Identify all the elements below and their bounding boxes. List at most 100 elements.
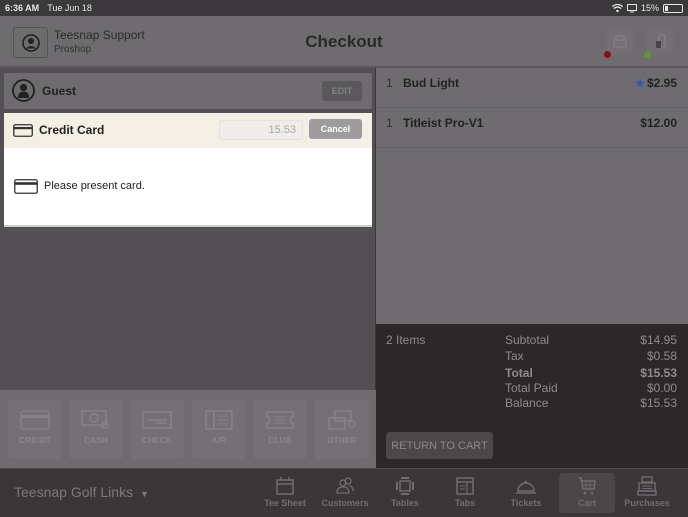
summary-row-total-paid: Total Paid $0.00 (505, 381, 677, 395)
venue-selector[interactable]: Teesnap Golf Links ▼ (14, 484, 149, 500)
tab-label: Tee Sheet (264, 498, 306, 508)
payment-method-credit[interactable]: CREDIT (8, 400, 62, 459)
card-prompt-icon (14, 179, 38, 194)
customers-icon (336, 477, 354, 494)
tab-label: Purchases (624, 498, 670, 508)
tab-label: Tables (391, 498, 419, 508)
battery-icon (663, 3, 683, 13)
card-reader-button[interactable] (647, 29, 673, 55)
payment-method-other[interactable]: OTHER (315, 400, 369, 459)
tabs-icon (456, 477, 474, 495)
tab-label: Tickets (510, 498, 542, 508)
credit-card-icon (20, 410, 50, 430)
order-summary: 2 Items Subtotal $14.95 Tax $0.58 Total … (376, 324, 688, 468)
payment-panel: Guest EDIT Credit Card 15.53 Cancel Plea… (0, 68, 376, 468)
payment-prompt-message: Please present card. (44, 180, 145, 192)
payment-method-label: CREDIT (19, 436, 51, 445)
customer-avatar-icon (12, 79, 35, 102)
payment-method-label: A/R (211, 436, 227, 445)
venue-name: Teesnap Golf Links (14, 484, 134, 500)
printer-status-dot (604, 51, 611, 58)
cart-items-list: 1 Bud Light ★ $2.95 1 Titleist Pro-V1 $12… (376, 68, 688, 324)
summary-row-balance: Balance $15.53 (505, 396, 677, 410)
other-payment-icon (328, 410, 356, 430)
status-bar: 6:36 AM Tue Jun 18 15% (0, 0, 688, 16)
payment-method-label: OTHER (327, 436, 357, 445)
summary-label: Balance (505, 396, 549, 410)
ledger-icon (205, 410, 233, 430)
summary-value: $0.58 (646, 349, 677, 363)
cart-item-price: $12.00 (640, 116, 677, 130)
payment-method-label: CASH (84, 436, 108, 445)
battery-percent: 15% (640, 3, 659, 13)
summary-label: Tax (505, 349, 524, 363)
payment-method-check[interactable]: CHECK (130, 400, 184, 459)
payment-method-header: Credit Card 15.53 Cancel (4, 113, 372, 148)
summary-label: Total (505, 366, 533, 380)
customer-name: Guest (42, 84, 77, 98)
page-title: Checkout (305, 32, 383, 51)
printer-button[interactable] (607, 29, 633, 55)
cash-register-icon (637, 476, 657, 496)
calendar-icon (276, 477, 294, 495)
return-to-cart-button[interactable]: RETURN TO CART (386, 432, 493, 459)
payment-method-label: CHECK (142, 436, 172, 445)
items-count: 2 Items (386, 333, 426, 347)
status-date: Tue Jun 18 (47, 3, 92, 13)
cart-item-qty: 1 (386, 76, 393, 90)
cart-item-price: $2.95 (646, 76, 677, 90)
cart-icon (578, 477, 596, 495)
tab-tabs[interactable]: Tabs (437, 473, 493, 513)
summary-value: $14.95 (640, 333, 677, 347)
caret-down-icon: ▼ (139, 489, 149, 499)
wifi-icon (611, 3, 623, 12)
summary-row-tax: Tax $0.58 (505, 349, 677, 363)
payment-method-ar[interactable]: A/R (192, 400, 246, 459)
card-reader-icon (656, 34, 666, 48)
star-icon: ★ (635, 78, 645, 90)
summary-value: $0.00 (646, 381, 677, 395)
table-icon (396, 477, 414, 495)
payment-method-label: CLUB (268, 436, 292, 445)
payment-prompt: Please present card. (4, 148, 372, 227)
tab-tables[interactable]: Tables (377, 473, 433, 513)
tab-cart[interactable]: Cart (559, 473, 615, 513)
card-reader-status-dot (644, 51, 651, 58)
summary-row-subtotal: Subtotal $14.95 (505, 333, 677, 347)
summary-value: $15.53 (640, 366, 677, 380)
summary-label: Total Paid (505, 381, 558, 395)
cart-item-qty: 1 (386, 116, 393, 130)
tab-label: Customers (321, 498, 369, 508)
cancel-payment-button[interactable]: Cancel (309, 119, 362, 139)
payment-method-title: Credit Card (39, 123, 105, 137)
cart-item-row[interactable]: 1 Titleist Pro-V1 $12.00 (376, 108, 688, 148)
tab-label: Tabs (454, 498, 476, 508)
status-time: 6:36 AM (5, 3, 40, 13)
service-bell-icon (516, 480, 536, 494)
printer-icon (613, 35, 627, 48)
ticket-icon (266, 411, 294, 429)
cash-icon (81, 410, 109, 429)
payment-method-cash[interactable]: CASH (69, 400, 123, 459)
header: Teesnap Support Proshop Checkout (0, 16, 688, 68)
payment-method-club[interactable]: CLUB (253, 400, 307, 459)
cart-item-row[interactable]: 1 Bud Light ★ $2.95 (376, 68, 688, 108)
tab-tee-sheet[interactable]: Tee Sheet (257, 473, 313, 513)
tab-label: Cart (577, 498, 596, 508)
customer-row: Guest EDIT (4, 73, 372, 109)
summary-row-total: Total $15.53 (505, 366, 677, 380)
cart-item-name: Titleist Pro-V1 (403, 116, 484, 130)
tab-tickets[interactable]: Tickets (498, 473, 554, 513)
screen-mirror-icon (626, 3, 637, 12)
payment-amount-input[interactable]: 15.53 (219, 120, 303, 140)
summary-label: Subtotal (505, 333, 550, 347)
cart-item-name: Bud Light (403, 76, 459, 90)
check-icon (142, 411, 172, 429)
bottom-tab-bar: Teesnap Golf Links ▼ Tee Sheet Customers… (0, 468, 688, 517)
tab-customers[interactable]: Customers (317, 473, 373, 513)
tab-purchases[interactable]: Purchases (619, 473, 675, 513)
credit-card-icon (13, 124, 33, 137)
payment-method-tiles: CREDIT CASH CHECK A/R CLUB OTHER (0, 390, 376, 468)
summary-value: $15.53 (640, 396, 677, 410)
edit-customer-button[interactable]: EDIT (322, 81, 362, 101)
